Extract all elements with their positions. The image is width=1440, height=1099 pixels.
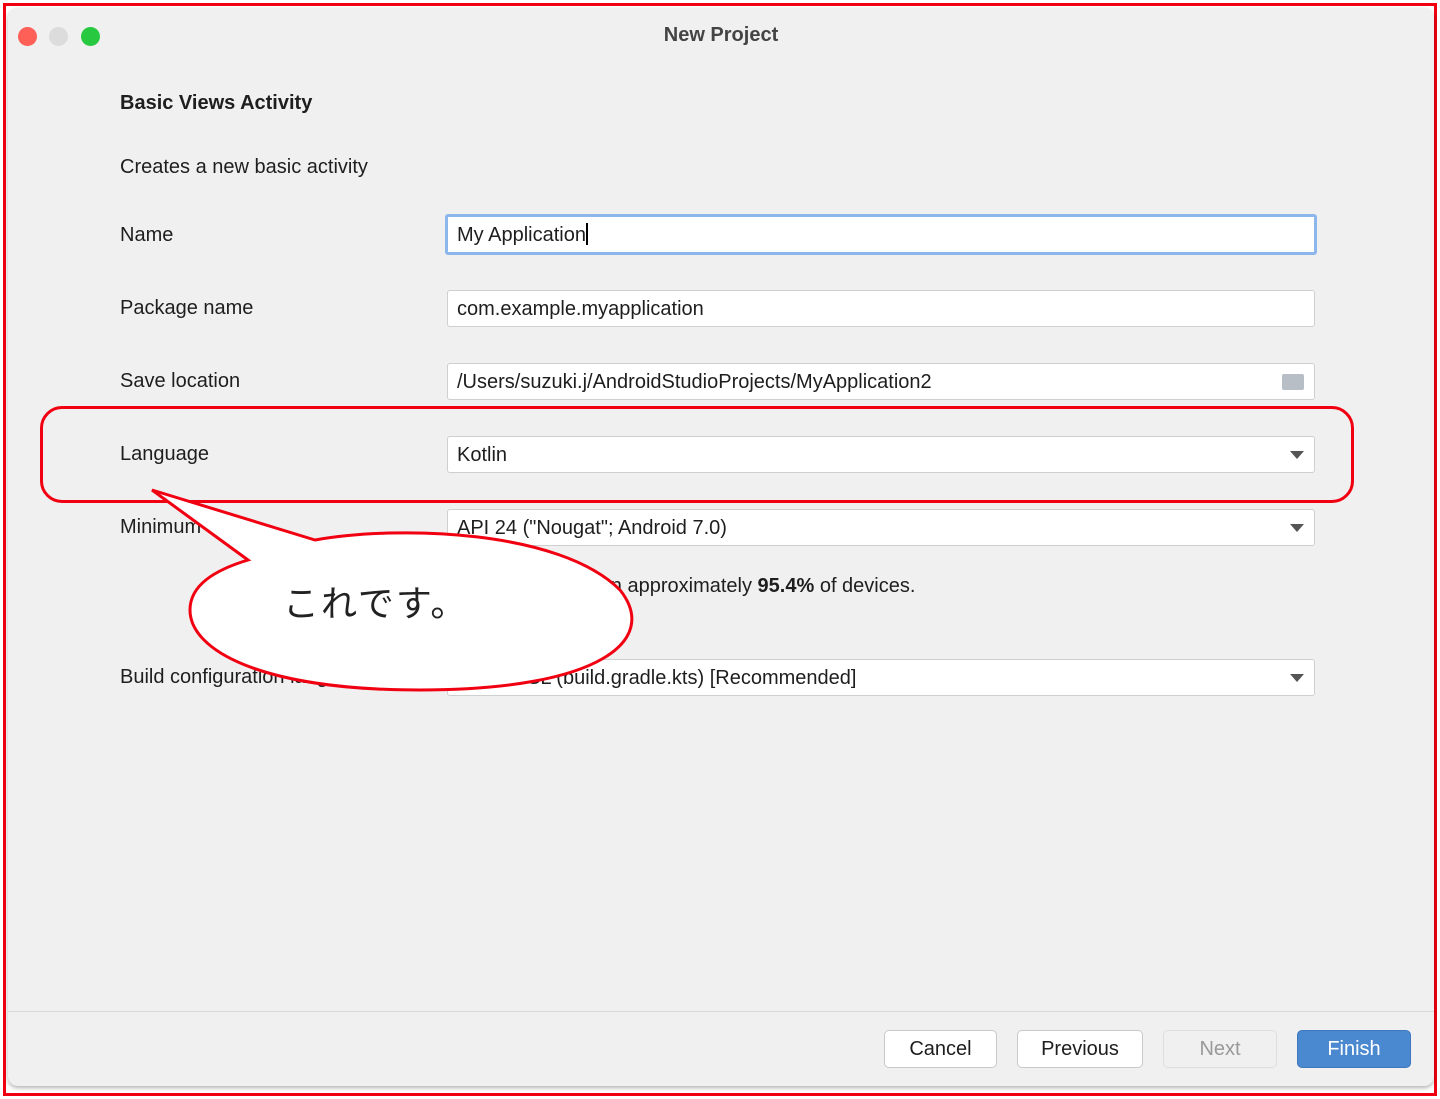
annotation-text: これです。 (283, 583, 469, 624)
speech-bubble (151, 488, 634, 692)
